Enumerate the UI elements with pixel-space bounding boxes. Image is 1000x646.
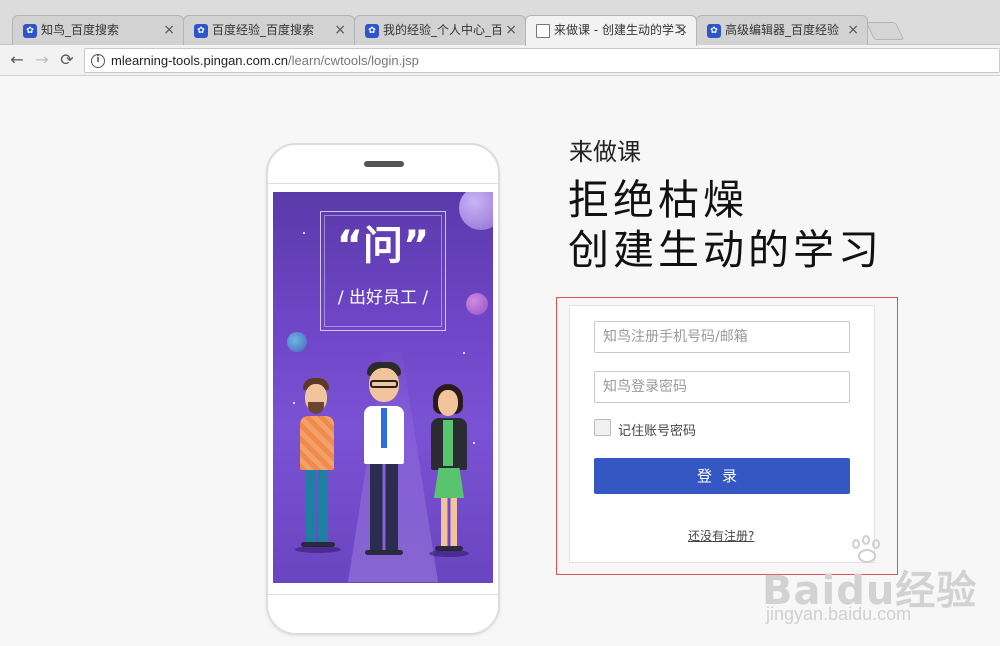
register-link[interactable]: 还没有注册? xyxy=(688,527,754,544)
baidu-paw-icon: ✿ xyxy=(365,24,379,38)
shadow xyxy=(295,546,341,553)
remember-checkbox[interactable] xyxy=(594,419,611,436)
baidu-paw-icon: ✿ xyxy=(707,24,721,38)
top xyxy=(443,420,453,466)
headline-line-1: 拒绝枯燥 xyxy=(568,176,748,224)
tab-laizuoke-active[interactable]: 来做课 - 创建生动的学习 × xyxy=(525,15,697,46)
close-icon[interactable]: × xyxy=(676,16,688,45)
quote-subtitle: / 出好员工 / xyxy=(337,288,429,308)
new-tab-button[interactable] xyxy=(865,22,905,40)
remember-label: 记住账号密码 xyxy=(618,424,697,439)
tab-label: 来做课 - 创建生动的学习 xyxy=(554,23,684,37)
close-icon[interactable]: × xyxy=(847,16,859,45)
phone-screen-illustration: “问” / 出好员工 / xyxy=(273,192,493,583)
legs xyxy=(370,464,398,550)
username-input[interactable]: 知鸟注册手机号码/邮箱 xyxy=(594,321,850,353)
divider xyxy=(268,594,498,595)
login-button[interactable]: 登录 xyxy=(594,458,850,494)
star-decoration xyxy=(303,232,305,234)
tie xyxy=(381,408,387,448)
close-icon[interactable]: × xyxy=(505,16,517,45)
divider xyxy=(268,183,498,184)
phone-mockup: “问” / 出好员工 / xyxy=(266,143,500,635)
reload-icon[interactable]: ⟳ xyxy=(56,49,78,71)
close-icon[interactable]: × xyxy=(334,16,346,45)
brand-name: 来做课 xyxy=(569,138,641,166)
headline-line-2: 创建生动的学习 xyxy=(568,226,883,274)
beard xyxy=(308,402,324,414)
glasses xyxy=(370,380,398,388)
forward-arrow-icon[interactable]: → xyxy=(31,49,53,71)
tab-label: 百度经验_百度搜索 xyxy=(212,23,315,37)
star-decoration xyxy=(473,442,475,444)
back-arrow-icon[interactable]: ← xyxy=(6,49,28,71)
page-headline: 拒绝枯燥 创建生动的学习 xyxy=(568,175,883,275)
browser-toolbar: ← → ⟳ i mlearning-tools.pingan.com.cn/le… xyxy=(0,45,1000,76)
baidu-paw-icon: ✿ xyxy=(194,24,208,38)
login-form: 知鸟注册手机号码/邮箱 知鸟登录密码 记住账号密码 登录 还没有注册? xyxy=(569,305,875,563)
legs xyxy=(441,498,457,546)
tab-zhiniao-search[interactable]: ✿ 知鸟_百度搜索 × xyxy=(12,15,184,45)
close-icon[interactable]: × xyxy=(163,16,175,45)
planet-decoration xyxy=(459,192,493,230)
character-right-woman xyxy=(429,384,469,560)
baidu-paw-icon: ✿ xyxy=(23,24,37,38)
head xyxy=(438,390,458,416)
character-center-man xyxy=(361,362,407,562)
browser-tab-strip: ✿ 知鸟_百度搜索 × ✿ 百度经验_百度搜索 × ✿ 我的经验_个人中心_百度… xyxy=(0,0,1000,46)
tab-advanced-editor[interactable]: ✿ 高级编辑器_百度经验 × xyxy=(696,15,868,45)
address-bar[interactable]: i mlearning-tools.pingan.com.cn/learn/cw… xyxy=(84,48,1000,73)
legs xyxy=(306,470,328,542)
url-host: mlearning-tools.pingan.com.cn xyxy=(111,53,289,68)
tab-label: 知鸟_百度搜索 xyxy=(41,23,120,37)
skirt xyxy=(434,468,464,498)
character-left-man xyxy=(295,378,341,558)
watermark-url: jingyan.baidu.com xyxy=(766,604,912,624)
page-icon xyxy=(536,24,550,38)
info-icon[interactable]: i xyxy=(91,54,105,68)
planet-decoration xyxy=(287,332,307,352)
tab-baidu-jingyan-search[interactable]: ✿ 百度经验_百度搜索 × xyxy=(183,15,355,45)
url-text: mlearning-tools.pingan.com.cn/learn/cwto… xyxy=(111,53,419,68)
phone-speaker xyxy=(364,161,404,167)
planet-decoration xyxy=(466,293,488,315)
star-decoration xyxy=(463,352,465,354)
baidu-jingyan-watermark: Baidu经验 jingyan.baidu.com xyxy=(762,532,976,642)
shadow xyxy=(429,550,469,557)
star-decoration xyxy=(293,402,295,404)
page-content: “问” / 出好员工 / 来做课 拒绝枯燥 创建生动的学习 知鸟注册手机号码/邮… xyxy=(0,77,1000,646)
shoe xyxy=(365,550,403,555)
sweater xyxy=(300,416,334,470)
tab-my-jingyan[interactable]: ✿ 我的经验_个人中心_百度 × xyxy=(354,15,526,45)
tab-label: 高级编辑器_百度经验 xyxy=(725,23,840,37)
url-path: /learn/cwtools/login.jsp xyxy=(288,53,419,68)
password-input[interactable]: 知鸟登录密码 xyxy=(594,371,850,403)
tab-label: 我的经验_个人中心_百度 xyxy=(383,23,501,37)
quote-title: “问” xyxy=(336,223,430,269)
